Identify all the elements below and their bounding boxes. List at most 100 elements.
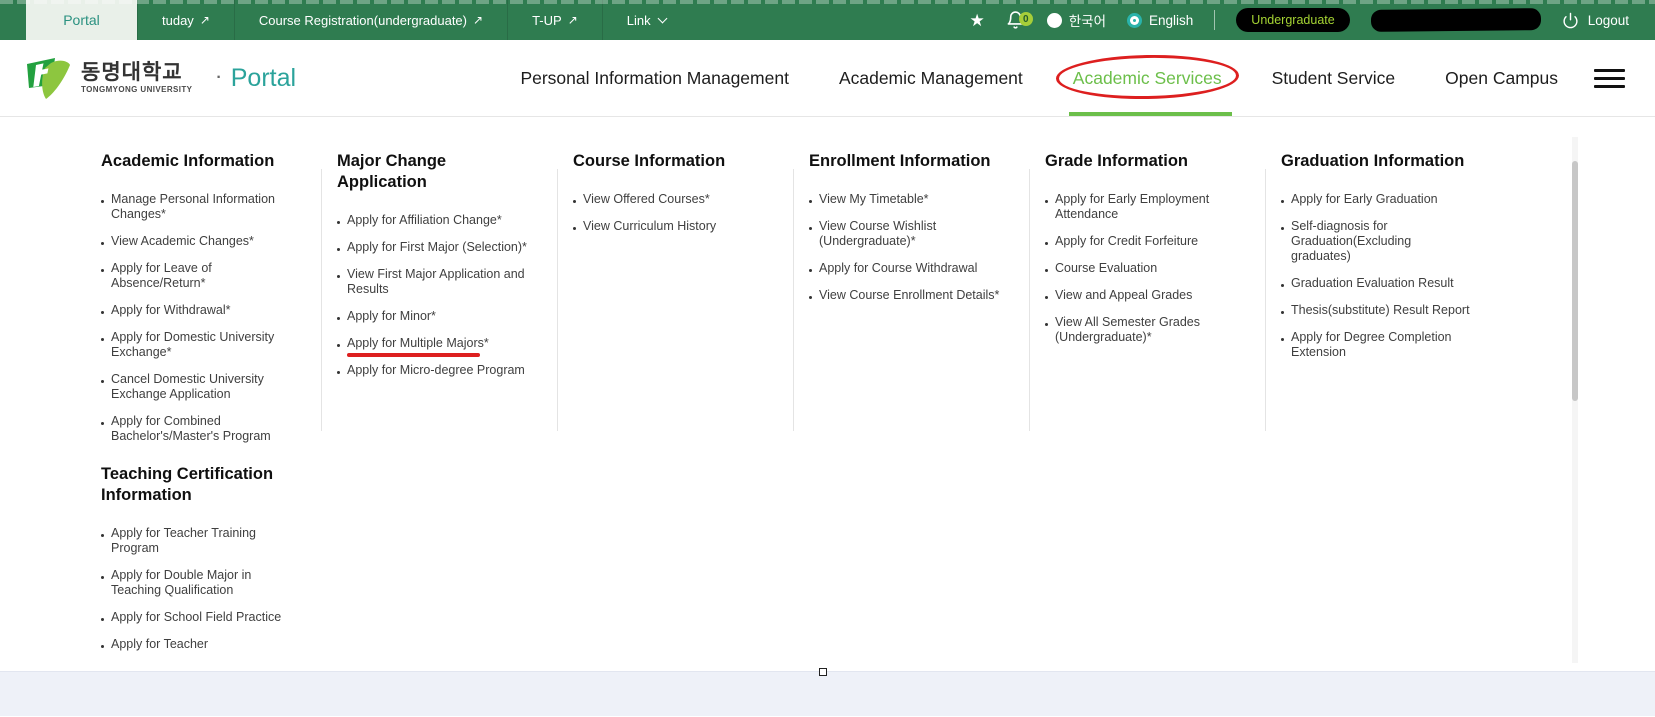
- menu-item[interactable]: View Curriculum History: [573, 219, 775, 234]
- language-option-english[interactable]: English: [1127, 13, 1193, 28]
- radio-selected-icon[interactable]: [1127, 13, 1142, 28]
- menu-item[interactable]: Apply for Withdrawal*: [101, 303, 303, 318]
- university-logo[interactable]: 동명대학교 TONGMYONG UNIVERSITY · Portal: [25, 40, 296, 116]
- menu-section: Course InformationView Offered Courses*V…: [573, 151, 775, 234]
- external-link-icon: ↗: [200, 13, 210, 27]
- menu-item-label: View Course Wishlist (Undergraduate)*: [819, 219, 1002, 249]
- menu-item[interactable]: Graduation Evaluation Result: [1281, 276, 1483, 291]
- menu-item[interactable]: Apply for Credit Forfeiture: [1045, 234, 1247, 249]
- tab-portal[interactable]: Portal: [26, 0, 137, 40]
- logout-button[interactable]: Logout: [1562, 12, 1629, 29]
- header: 동명대학교 TONGMYONG UNIVERSITY · Portal Pers…: [0, 40, 1655, 117]
- menu-item-label: Apply for School Field Practice: [111, 610, 294, 625]
- menu-item[interactable]: Apply for Teacher Training Program: [101, 526, 303, 556]
- menu-item[interactable]: Apply for Early Employment Attendance: [1045, 192, 1247, 222]
- bullet-icon: [809, 269, 812, 272]
- role-badge: Undergraduate: [1236, 8, 1349, 32]
- menu-item[interactable]: View Course Wishlist (Undergraduate)*: [809, 219, 1011, 249]
- logo-text: 동명대학교 TONGMYONG UNIVERSITY: [81, 62, 192, 94]
- menu-item[interactable]: View Offered Courses*: [573, 192, 775, 207]
- menu-section-title: Graduation Information: [1281, 151, 1477, 172]
- menu-item[interactable]: Apply for Teacher: [101, 637, 303, 652]
- menu-item[interactable]: Apply for Leave of Absence/Return*: [101, 261, 303, 291]
- tab-link-dropdown[interactable]: Link: [602, 0, 690, 40]
- menu-section: Grade InformationApply for Early Employm…: [1045, 151, 1247, 345]
- menu-item-label: Apply for Early Employment Attendance: [1055, 192, 1238, 222]
- favorites-star-icon[interactable]: ★: [970, 12, 985, 29]
- menu-item-label: Apply for Course Withdrawal: [819, 261, 1002, 276]
- radio-unselected-icon[interactable]: [1047, 13, 1062, 28]
- menu-section: Enrollment InformationView My Timetable*…: [809, 151, 1011, 303]
- nav-academic-management[interactable]: Academic Management: [839, 40, 1023, 116]
- bullet-icon: [101, 618, 104, 621]
- tab-tuday[interactable]: tuday ↗: [137, 0, 234, 40]
- menu-item-label: Apply for Teacher: [111, 637, 294, 652]
- menu-item-label: Manage Personal Information Changes*: [111, 192, 294, 222]
- menu-item-label: Apply for Domestic University Exchange*: [111, 330, 294, 360]
- bullet-icon: [1045, 200, 1048, 203]
- menu-item[interactable]: Apply for School Field Practice: [101, 610, 303, 625]
- hamburger-menu-icon[interactable]: [1594, 69, 1625, 88]
- logo-separator-dot: ·: [216, 69, 221, 87]
- nav-student-service[interactable]: Student Service: [1272, 40, 1396, 116]
- nav-academic-services[interactable]: Academic Services: [1073, 40, 1222, 116]
- menu-item[interactable]: View First Major Application and Results: [337, 267, 539, 297]
- menu-item[interactable]: Thesis(substitute) Result Report: [1281, 303, 1483, 318]
- menu-item[interactable]: Apply for Micro-degree Program: [337, 363, 539, 378]
- tab-t-up[interactable]: T-UP ↗: [507, 0, 602, 40]
- logo-korean-name: 동명대학교: [81, 62, 192, 83]
- main-nav: Personal Information Management Academic…: [520, 40, 1558, 116]
- menu-scrollbar-thumb[interactable]: [1572, 161, 1578, 401]
- menu-item[interactable]: Cancel Domestic University Exchange Appl…: [101, 372, 303, 402]
- language-label: English: [1149, 13, 1193, 28]
- menu-item[interactable]: Apply for Course Withdrawal: [809, 261, 1011, 276]
- tab-label: tuday: [162, 13, 194, 28]
- menu-item-label: Apply for Micro-degree Program: [347, 363, 530, 378]
- menu-item-label: Apply for Minor*: [347, 309, 530, 324]
- bullet-icon: [337, 221, 340, 224]
- menu-item[interactable]: Manage Personal Information Changes*: [101, 192, 303, 222]
- menu-item-label: Apply for Credit Forfeiture: [1055, 234, 1238, 249]
- menu-item[interactable]: Apply for Degree Completion Extension: [1281, 330, 1483, 360]
- menu-item[interactable]: View Academic Changes*: [101, 234, 303, 249]
- logo-portal-suffix: · Portal: [216, 64, 296, 93]
- menu-item[interactable]: Apply for Affiliation Change*: [337, 213, 539, 228]
- menu-section-title: Major Change Application: [337, 151, 533, 193]
- tab-course-registration[interactable]: Course Registration(undergraduate) ↗: [234, 0, 507, 40]
- redacted-username: [1371, 8, 1541, 32]
- bullet-icon: [101, 269, 104, 272]
- menu-item[interactable]: Course Evaluation: [1045, 261, 1247, 276]
- external-link-icon: ↗: [473, 13, 483, 27]
- menu-item[interactable]: Apply for Minor*: [337, 309, 539, 324]
- bullet-icon: [101, 534, 104, 537]
- menu-item[interactable]: Apply for Combined Bachelor's/Master's P…: [101, 414, 303, 444]
- menu-item[interactable]: Apply for First Major (Selection)*: [337, 240, 539, 255]
- notification-bell-icon[interactable]: 0: [1006, 10, 1026, 30]
- menu-item-label: Apply for Withdrawal*: [111, 303, 294, 318]
- menu-item-label: Apply for Degree Completion Extension: [1291, 330, 1474, 360]
- menu-item[interactable]: Apply for Double Major in Teaching Quali…: [101, 568, 303, 598]
- bullet-icon: [809, 296, 812, 299]
- bullet-icon: [101, 338, 104, 341]
- nav-personal-information-management[interactable]: Personal Information Management: [520, 40, 788, 116]
- menu-item-label: Apply for Early Graduation: [1291, 192, 1474, 207]
- menu-item-label: Cancel Domestic University Exchange Appl…: [111, 372, 294, 402]
- menu-item-label: Graduation Evaluation Result: [1291, 276, 1474, 291]
- bullet-icon: [101, 422, 104, 425]
- bullet-icon: [1045, 296, 1048, 299]
- menu-item[interactable]: Apply for Early Graduation: [1281, 192, 1483, 207]
- menu-item-label: Apply for Multiple Majors*: [347, 336, 530, 351]
- language-option-korean[interactable]: 한국어: [1047, 10, 1106, 30]
- nav-label: Student Service: [1272, 68, 1396, 89]
- menu-item[interactable]: View All Semester Grades (Undergraduate)…: [1045, 315, 1247, 345]
- menu-item[interactable]: View and Appeal Grades: [1045, 288, 1247, 303]
- nav-open-campus[interactable]: Open Campus: [1445, 40, 1558, 116]
- menu-item[interactable]: Apply for Domestic University Exchange*: [101, 330, 303, 360]
- menu-column: Academic InformationManage Personal Info…: [85, 117, 321, 659]
- menu-item[interactable]: View My Timetable*: [809, 192, 1011, 207]
- bullet-icon: [337, 317, 340, 320]
- menu-item[interactable]: Apply for Multiple Majors*: [337, 336, 539, 351]
- menu-item[interactable]: View Course Enrollment Details*: [809, 288, 1011, 303]
- topbar: Portal tuday ↗ Course Registration(under…: [0, 0, 1655, 40]
- menu-item[interactable]: Self-diagnosis for Graduation(Excluding …: [1281, 219, 1483, 264]
